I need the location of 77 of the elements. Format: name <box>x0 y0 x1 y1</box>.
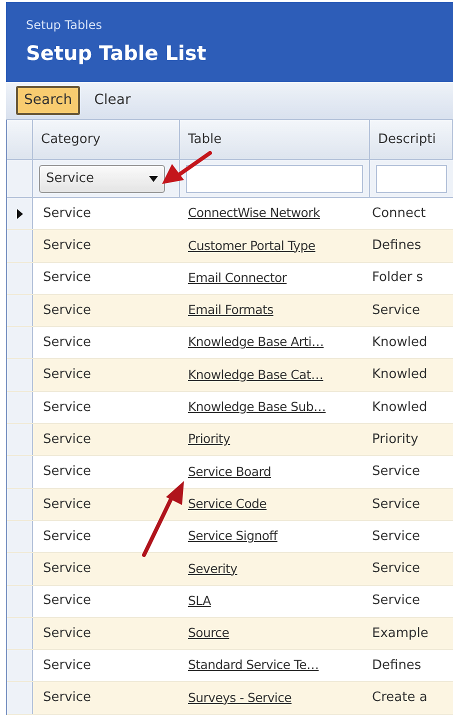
category-cell-text: Service <box>43 366 92 384</box>
table-link[interactable]: SLA <box>188 592 211 611</box>
description-cell-text: Connect <box>372 204 426 223</box>
table-link[interactable]: Knowledge Base Arti… <box>188 333 324 352</box>
description-cell-text: Defines <box>372 657 422 676</box>
description-cell-text: Knowled <box>372 398 428 417</box>
table-row[interactable]: Service Severity Service <box>7 553 453 586</box>
category-cell-text: Service <box>43 302 92 320</box>
table-link[interactable]: Customer Portal Type <box>188 236 316 256</box>
column-header[interactable]: Category <box>33 120 180 159</box>
table-link[interactable]: Knowledge Base Cat… <box>188 366 324 384</box>
description-cell-text: Example <box>372 624 428 643</box>
category-cell-text: Service <box>43 689 92 708</box>
toolbar-button[interactable]: Search <box>16 86 80 115</box>
table-row[interactable]: Service Source Example <box>7 618 453 650</box>
table-row[interactable]: Service Priority Priority <box>7 424 453 456</box>
category-cell-text: Service <box>43 624 92 643</box>
description-cell-text: Service <box>372 560 420 578</box>
category-cell-text: Service <box>43 528 92 546</box>
table-filter-field[interactable] <box>186 164 363 192</box>
category-cell-text: Service <box>43 269 92 288</box>
table-row[interactable]: Service SLA Service <box>7 586 453 618</box>
toolbar-button[interactable]: Clear <box>86 86 139 115</box>
table-row[interactable]: Service Surveys - Service Create a <box>7 682 453 715</box>
current-row-icon <box>16 208 22 219</box>
column-header[interactable]: Table <box>180 120 370 159</box>
description-cell-text: Service <box>372 592 420 610</box>
table-link[interactable]: Source <box>188 624 230 643</box>
category-cell-text: Service <box>43 430 92 449</box>
description-cell-text: Knowled <box>372 334 428 352</box>
category-cell-text: Service <box>43 657 92 676</box>
table-link[interactable]: Service Board <box>188 462 272 482</box>
description-cell-text: Service <box>372 463 420 482</box>
table-row[interactable]: Service Customer Portal Type Defines <box>7 230 453 263</box>
table-link[interactable]: Service Signoff <box>188 527 278 546</box>
table-link[interactable]: Standard Service Te… <box>188 656 319 676</box>
description-cell-text: Knowled <box>372 366 428 384</box>
description-cell-text: Priority <box>372 430 418 449</box>
category-cell-text: Service <box>43 237 92 256</box>
table-row[interactable]: Service Email Formats Service <box>7 294 453 328</box>
category-cell-text: Service <box>43 592 92 610</box>
table-link[interactable]: Severity <box>188 560 238 578</box>
table-row[interactable]: Service Service Code Service <box>7 488 453 521</box>
description-filter-field[interactable] <box>376 164 447 192</box>
table-row[interactable]: Service Email Connector Folder s <box>7 262 453 295</box>
category-cell-text: Service <box>43 398 92 417</box>
category-cell-text: Service <box>43 496 92 514</box>
table-link[interactable]: Surveys - Service <box>188 688 292 708</box>
row-selector[interactable] <box>7 198 33 230</box>
category-cell-text: Service <box>43 204 92 223</box>
table-link[interactable]: Service Code <box>188 494 267 514</box>
description-cell-text: Defines <box>372 237 422 256</box>
description-cell-text: Service <box>372 496 420 514</box>
table-row[interactable]: Service Knowledge Base Sub… Knowled <box>7 392 453 424</box>
description-cell-text: Folder s <box>372 269 424 288</box>
category-cell-text: Service <box>43 463 92 482</box>
column-header[interactable]: Descripti <box>370 120 453 159</box>
table-link[interactable]: ConnectWise Network <box>188 204 320 224</box>
page-heading: Setup Table List <box>26 40 208 67</box>
description-cell-text: Service <box>372 528 420 546</box>
description-cell-text: Service <box>372 302 420 320</box>
category-cell-text: Service <box>43 560 92 578</box>
table-link[interactable]: Knowledge Base Sub… <box>188 398 326 417</box>
table-link[interactable]: Email Connector <box>188 268 287 288</box>
table-link[interactable]: Priority <box>188 430 230 450</box>
category-cell-text: Service <box>43 334 92 352</box>
table-row[interactable]: Service Knowledge Base Cat… Knowled <box>7 359 453 392</box>
description-cell-text: Create a <box>372 689 428 708</box>
window-title: Setup Tables <box>26 17 104 34</box>
table-row[interactable]: Service Service Signoff Service <box>7 520 453 554</box>
table-row[interactable]: Service Standard Service Te… Defines <box>7 650 453 682</box>
table-link[interactable]: Email Formats <box>188 301 274 320</box>
table-row[interactable]: Service Service Board Service <box>7 456 453 489</box>
table-row[interactable]: Service ConnectWise Network Connect <box>7 198 453 230</box>
table-row[interactable]: Service Knowledge Base Arti… Knowled <box>7 327 453 360</box>
caret-icon <box>149 176 158 182</box>
category-dropdown[interactable]: Service <box>39 164 165 192</box>
